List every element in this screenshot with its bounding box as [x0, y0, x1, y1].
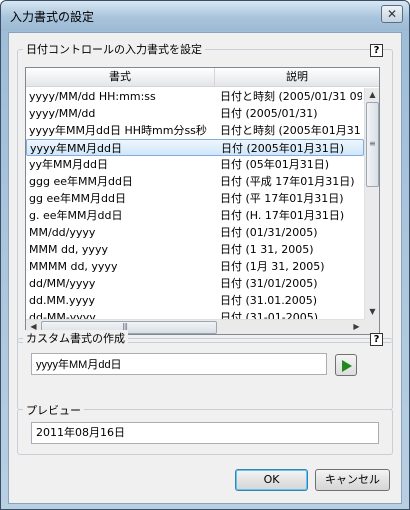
- description-cell: 日付と時刻 (2005年01月31: [220, 124, 361, 137]
- format-cell: MM/dd/yyyy: [29, 226, 96, 239]
- format-list-row[interactable]: yyyy/MM/dd 日付 (2005/01/31): [26, 105, 364, 122]
- custom-format-input[interactable]: [31, 353, 327, 375]
- format-cell: ggg ee年MM月dd日: [29, 175, 133, 188]
- title-bar[interactable]: 入力書式の設定 ✕: [1, 1, 409, 31]
- apply-format-button[interactable]: [335, 354, 357, 376]
- scroll-up-icon[interactable]: ▲: [365, 88, 380, 102]
- list-header: 書式 説明: [26, 68, 379, 87]
- description-cell: 日付 (2005/01/31): [220, 107, 318, 120]
- preview-value: 2011年08月16日: [31, 422, 379, 444]
- format-list-row[interactable]: gg ee年MM月dd日 日付 (平 17年01月31日): [26, 190, 364, 207]
- format-cell: dd-MM-yyyy: [29, 311, 96, 319]
- format-list-row[interactable]: yyyy年MM月dd日 HH時mm分ss秒 日付と時刻 (2005年01月31: [26, 122, 364, 139]
- scroll-down-icon[interactable]: ▼: [365, 305, 380, 319]
- scrollbar-corner: [364, 319, 379, 334]
- description-cell: 日付 (31-01-2005): [220, 311, 319, 319]
- format-list-row[interactable]: ggg ee年MM月dd日 日付 (平成 17年01月31日): [26, 173, 364, 190]
- vertical-scroll-thumb[interactable]: ≡: [366, 102, 379, 187]
- format-help-icon[interactable]: ?: [370, 44, 383, 57]
- format-cell: yyyy年MM月dd日: [30, 142, 122, 155]
- format-group-label: 日付コントロールの入力書式を設定: [23, 41, 205, 57]
- description-cell: 日付 (平成 17年01月31日): [220, 175, 355, 188]
- description-cell: 日付 (05年01月31日): [220, 158, 330, 171]
- description-cell: 日付 (1月 31, 2005): [220, 260, 325, 273]
- description-cell: 日付 (31.01.2005): [220, 294, 318, 307]
- vertical-scrollbar[interactable]: ▲ ≡ ▼: [364, 88, 379, 319]
- column-header-format[interactable]: 書式: [26, 68, 215, 87]
- preview-label: プレビュー: [23, 402, 84, 418]
- close-button[interactable]: ✕: [381, 5, 403, 23]
- description-cell: 日付と時刻 (2005/01/31 09: [220, 90, 362, 103]
- format-cell: yyyy年MM月dd日 HH時mm分ss秒: [29, 124, 207, 137]
- format-cell: dd/MM/yyyy: [29, 277, 96, 290]
- format-cell: yy年MM月dd日: [29, 158, 108, 171]
- play-icon: [342, 360, 352, 372]
- scroll-right-icon[interactable]: ▶: [349, 320, 364, 334]
- format-list-row[interactable]: MM/dd/yyyy 日付 (01/31/2005): [26, 224, 364, 241]
- format-cell: MMM dd, yyyy: [29, 243, 108, 256]
- description-cell: 日付 (01/31/2005): [220, 226, 318, 239]
- ok-button[interactable]: OK: [235, 469, 308, 491]
- format-list-row[interactable]: yyyy年MM月dd日 日付 (2005年01月31日): [26, 139, 364, 156]
- format-list-row[interactable]: MMMM dd, yyyy 日付 (1月 31, 2005): [26, 258, 364, 275]
- description-cell: 日付 (1 31, 2005): [220, 243, 314, 256]
- format-cell: yyyy/MM/dd: [29, 107, 96, 120]
- format-cell: yyyy/MM/dd HH:mm:ss: [29, 90, 156, 103]
- close-icon: ✕: [386, 7, 398, 21]
- format-list[interactable]: 書式 説明 yyyy/MM/dd HH:mm:ss 日付と時刻 (2005/01/…: [25, 67, 380, 335]
- format-list-row[interactable]: dd/MM/yyyy 日付 (31/01/2005): [26, 275, 364, 292]
- window-title: 入力書式の設定: [10, 10, 95, 24]
- description-cell: 日付 (H. 17年01月31日): [220, 209, 345, 222]
- format-list-row[interactable]: dd-MM-yyyy 日付 (31-01-2005): [26, 309, 364, 319]
- dialog-window: 入力書式の設定 ✕ 日付コントロールの入力書式を設定 ? 書式 説明 yyyy/…: [0, 0, 410, 510]
- grip-icon: ≡: [369, 139, 376, 148]
- format-rows: yyyy/MM/dd HH:mm:ss 日付と時刻 (2005/01/31 09 y…: [26, 88, 364, 319]
- description-cell: 日付 (2005年01月31日): [221, 142, 345, 155]
- format-cell: g. ee年MM月dd日: [29, 209, 123, 222]
- column-header-description[interactable]: 説明: [215, 68, 379, 87]
- format-list-row[interactable]: g. ee年MM月dd日 日付 (H. 17年01月31日): [26, 207, 364, 224]
- format-list-row[interactable]: yy年MM月dd日 日付 (05年01月31日): [26, 156, 364, 173]
- format-list-row[interactable]: MMM dd, yyyy 日付 (1 31, 2005): [26, 241, 364, 258]
- format-cell: MMMM dd, yyyy: [29, 260, 118, 273]
- dialog-client-area: 日付コントロールの入力書式を設定 ? 書式 説明 yyyy/MM/dd HH:m…: [8, 32, 402, 504]
- cancel-button[interactable]: キャンセル: [315, 469, 390, 491]
- format-cell: gg ee年MM月dd日: [29, 192, 126, 205]
- description-cell: 日付 (31/01/2005): [220, 277, 318, 290]
- format-cell: dd.MM.yyyy: [29, 294, 95, 307]
- description-cell: 日付 (平 17年01月31日): [220, 192, 344, 205]
- format-list-row[interactable]: yyyy/MM/dd HH:mm:ss 日付と時刻 (2005/01/31 09: [26, 88, 364, 105]
- custom-format-label: カスタム書式の作成: [23, 330, 128, 346]
- custom-help-icon[interactable]: ?: [370, 333, 383, 346]
- format-list-row[interactable]: dd.MM.yyyy 日付 (31.01.2005): [26, 292, 364, 309]
